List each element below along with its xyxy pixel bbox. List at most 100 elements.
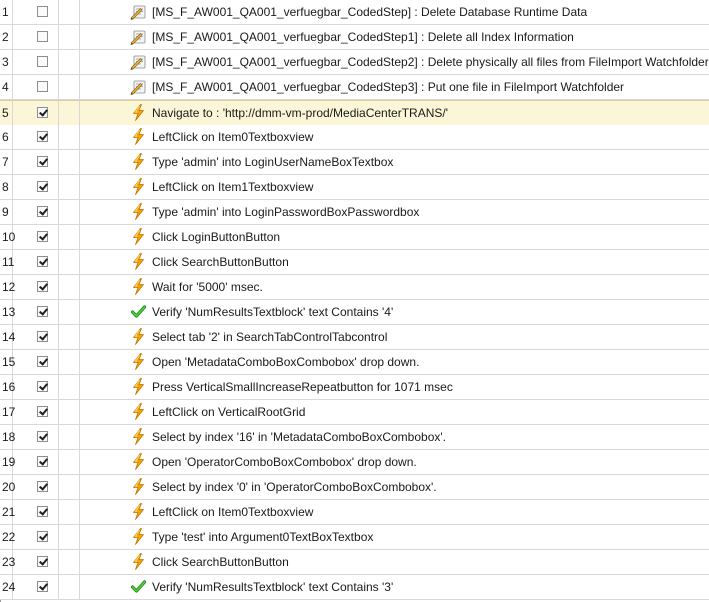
step-enabled-checkbox[interactable] [37,131,48,142]
step-extra-cell [59,125,80,149]
step-number: 8 [2,180,9,194]
step-row[interactable]: 16 Press VerticalSmallIncreaseRepeatbutto… [0,375,709,400]
step-description-cell[interactable]: Click LoginButtonButton [80,225,709,249]
step-description-cell[interactable]: Select tab '2' in SearchTabControlTabcon… [80,325,709,349]
step-enabled-checkbox[interactable] [37,481,48,492]
step-description-cell[interactable]: Wait for '5000' msec. [80,275,709,299]
step-row[interactable]: 2 [MS_F_AW001_QA001_verfuegbar_CodedStep1… [0,25,709,50]
step-row[interactable]: 24 Verify 'NumResultsTextblock' text Cont… [0,575,709,600]
step-description-cell[interactable]: [MS_F_AW001_QA001_verfuegbar_CodedStep3]… [80,75,709,99]
step-row[interactable]: 22 Type 'test' into Argument0TextBoxTextb… [0,525,709,550]
step-enabled-checkbox[interactable] [37,456,48,467]
step-row[interactable]: 20 Select by index '0' in 'OperatorComboB… [0,475,709,500]
step-enabled-checkbox[interactable] [37,531,48,542]
step-row[interactable]: 17 LeftClick on VerticalRootGrid [0,400,709,425]
step-enabled-checkbox[interactable] [37,107,48,118]
step-enabled-checkbox[interactable] [37,6,48,17]
step-row[interactable]: 1 [MS_F_AW001_QA001_verfuegbar_CodedStep]… [0,0,709,25]
step-description-cell[interactable]: Open 'MetadataComboBoxCombobox' drop dow… [80,350,709,374]
step-enabled-cell [13,525,59,549]
step-description-cell[interactable]: LeftClick on Item0Textboxview [80,125,709,149]
step-description-cell[interactable]: [MS_F_AW001_QA001_verfuegbar_CodedStep1]… [80,25,709,49]
step-description: Type 'admin' into LoginUserNameBoxTextbo… [152,155,394,169]
step-description-cell[interactable]: Verify 'NumResultsTextblock' text Contai… [80,575,709,599]
step-number-cell: 23 [0,550,15,574]
step-enabled-checkbox[interactable] [37,181,48,192]
step-description-cell[interactable]: Type 'admin' into LoginUserNameBoxTextbo… [80,150,709,174]
step-description-cell[interactable]: [MS_F_AW001_QA001_verfuegbar_CodedStep] … [80,0,709,24]
step-row[interactable]: 18 Select by index '16' in 'MetadataCombo… [0,425,709,450]
step-row[interactable]: 9 Type 'admin' into LoginPasswordBoxPassw… [0,200,709,225]
step-enabled-cell [13,225,59,249]
step-description-cell[interactable]: Select by index '0' in 'OperatorComboBox… [80,475,709,499]
step-description-cell[interactable]: Select by index '16' in 'MetadataComboBo… [80,425,709,449]
step-enabled-checkbox[interactable] [37,56,48,67]
step-enabled-checkbox[interactable] [37,81,48,92]
step-description-cell[interactable]: [MS_F_AW001_QA001_verfuegbar_CodedStep2]… [80,50,709,74]
step-number-cell: 16 [0,375,15,399]
step-row[interactable]: 21 LeftClick on Item0Textboxview [0,500,709,525]
step-enabled-checkbox[interactable] [37,206,48,217]
step-row[interactable]: 10 Click LoginButtonButton [0,225,709,250]
step-number-cell: 1 [0,0,13,24]
step-description: Open 'OperatorComboBoxCombobox' drop dow… [152,455,417,469]
step-row[interactable]: 8 LeftClick on Item1Textboxview [0,175,709,200]
step-enabled-checkbox[interactable] [37,431,48,442]
step-number: 2 [2,30,9,44]
step-number: 4 [2,80,9,94]
lightning-icon [130,153,147,170]
step-enabled-checkbox[interactable] [37,331,48,342]
lightning-icon [130,453,147,470]
step-enabled-checkbox[interactable] [37,306,48,317]
step-number-cell: 22 [0,525,15,549]
step-description-cell[interactable]: Verify 'NumResultsTextblock' text Contai… [80,300,709,324]
step-description-cell[interactable]: LeftClick on Item1Textboxview [80,175,709,199]
step-row[interactable]: 12 Wait for '5000' msec. [0,275,709,300]
lightning-icon [130,278,147,295]
step-description-cell[interactable]: LeftClick on Item0Textboxview [80,500,709,524]
step-row[interactable]: 15 Open 'MetadataComboBoxCombobox' drop d… [0,350,709,375]
step-enabled-checkbox[interactable] [37,381,48,392]
step-description-cell[interactable]: Type 'test' into Argument0TextBoxTextbox [80,525,709,549]
step-description-cell[interactable]: Click SearchButtonButton [80,550,709,574]
step-enabled-checkbox[interactable] [37,406,48,417]
step-enabled-checkbox[interactable] [37,31,48,42]
step-description: [MS_F_AW001_QA001_verfuegbar_CodedStep3]… [152,80,625,94]
step-description: Navigate to : 'http://dmm-vm-prod/MediaC… [152,106,449,120]
step-description-cell[interactable]: Open 'OperatorComboBoxCombobox' drop dow… [80,450,709,474]
step-enabled-checkbox[interactable] [37,256,48,267]
step-description-cell[interactable]: Click SearchButtonButton [80,250,709,274]
step-description-cell[interactable]: LeftClick on VerticalRootGrid [80,400,709,424]
lightning-icon [130,328,147,345]
step-description: Press VerticalSmallIncreaseRepeatbutton … [152,380,453,394]
step-row[interactable]: 6 LeftClick on Item0Textboxview [0,125,709,150]
step-enabled-checkbox[interactable] [37,156,48,167]
step-description-cell[interactable]: Navigate to : 'http://dmm-vm-prod/MediaC… [80,101,709,125]
step-row[interactable]: 3 [MS_F_AW001_QA001_verfuegbar_CodedStep2… [0,50,709,75]
step-enabled-checkbox[interactable] [37,556,48,567]
step-row[interactable]: 5 Navigate to : 'http://dmm-vm-prod/Media… [0,100,709,126]
lightning-icon [130,253,147,270]
step-enabled-cell [13,125,59,149]
step-enabled-checkbox[interactable] [37,506,48,517]
coded-step-icon [130,53,147,70]
step-row[interactable]: 19 Open 'OperatorComboBoxCombobox' drop d… [0,450,709,475]
step-enabled-checkbox[interactable] [37,581,48,592]
step-description-cell[interactable]: Press VerticalSmallIncreaseRepeatbutton … [80,375,709,399]
step-description-cell[interactable]: Type 'admin' into LoginPasswordBoxPasswo… [80,200,709,224]
step-row[interactable]: 14 Select tab '2' in SearchTabControlTabc… [0,325,709,350]
step-row[interactable]: 13 Verify 'NumResultsTextblock' text Cont… [0,300,709,325]
step-extra-cell [59,525,80,549]
step-row[interactable]: 4 [MS_F_AW001_QA001_verfuegbar_CodedStep3… [0,75,709,100]
step-row[interactable]: 11 Click SearchButtonButton [0,250,709,275]
step-enabled-checkbox[interactable] [37,356,48,367]
step-extra-cell [59,400,80,424]
step-row[interactable]: 23 Click SearchButtonButton [0,550,709,575]
step-enabled-checkbox[interactable] [37,231,48,242]
step-number: 7 [2,155,9,169]
step-row[interactable]: 7 Type 'admin' into LoginUserNameBoxTextb… [0,150,709,175]
step-number-cell: 9 [0,200,13,224]
lightning-icon [130,503,147,520]
coded-step-icon [130,78,147,95]
step-enabled-checkbox[interactable] [37,281,48,292]
